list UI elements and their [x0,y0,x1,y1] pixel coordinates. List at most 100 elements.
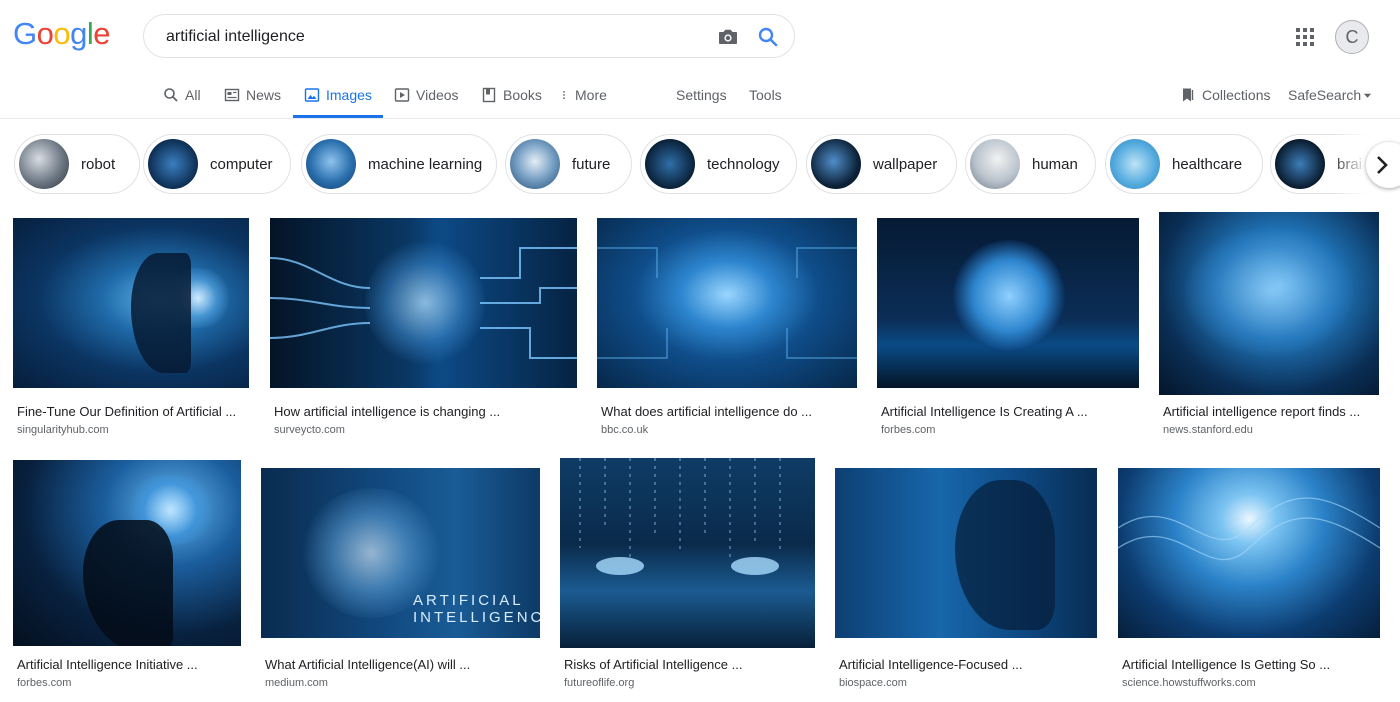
camera-icon[interactable] [716,25,740,49]
chevron-right-icon [1377,156,1388,174]
result-source: surveycto.com [274,424,345,436]
result-card[interactable]: Artificial intelligence report finds ...… [1159,212,1379,440]
chip-thumbnail [645,139,695,189]
tab-label: Videos [416,87,459,103]
tab-videos[interactable]: Videos [394,72,459,118]
chip-machine-learning[interactable]: machine learning [301,134,497,194]
tab-more[interactable]: More [559,72,607,118]
tab-images[interactable]: Images [293,72,383,118]
result-card[interactable]: Artificial Intelligence Is Creating A ..… [877,218,1139,440]
chip-thumbnail [148,139,198,189]
kebab-icon [563,91,565,99]
chip-label: future [572,155,611,173]
circuit-lines [270,247,577,359]
collections-label: Collections [1202,87,1271,103]
chip-wallpaper[interactable]: wallpaper [806,134,957,194]
chip-label: healthcare [1172,155,1243,173]
chip-thumbnail [1110,139,1160,189]
result-image[interactable] [1118,468,1380,638]
tab-label: News [246,87,282,103]
result-title: What Artificial Intelligence(AI) will ..… [265,657,471,672]
result-image[interactable] [560,458,815,648]
chip-thumbnail [1275,139,1325,189]
chip-label: wallpaper [873,155,938,173]
tab-label: More [575,87,607,103]
chip-label: machine learning [368,155,483,173]
result-source: bbc.co.uk [601,424,649,436]
result-image[interactable] [1159,212,1379,395]
result-image[interactable] [597,218,857,388]
play-icon [394,88,410,102]
tab-label: Books [503,87,542,103]
result-image[interactable]: ARTIFICIAL INTELLIGENCE [261,468,540,638]
result-image[interactable] [13,218,249,388]
result-image[interactable] [877,218,1139,388]
result-title: Risks of Artificial Intelligence ... [564,657,743,672]
chip-technology[interactable]: technology [640,134,797,194]
chip-label: human [1032,155,1078,173]
settings-link[interactable]: Settings [676,87,727,103]
news-icon [224,88,240,102]
chip-healthcare[interactable]: healthcare [1105,134,1263,194]
safesearch-dropdown[interactable]: SafeSearch [1288,72,1372,118]
result-card[interactable]: Artificial Intelligence Is Getting So ..… [1118,468,1380,695]
chip-future[interactable]: future [505,134,632,194]
chip-label: robot [81,155,116,173]
chip-robot[interactable]: robot [14,134,140,194]
result-title: Artificial Intelligence Is Creating A ..… [881,404,1088,419]
search-box [143,14,795,58]
search-tabs: All News Images Videos Books More Settin… [0,72,1400,119]
result-source: futureoflife.org [564,677,635,689]
result-title: What does artificial intelligence do ... [601,404,812,419]
chip-human[interactable]: human [965,134,1096,194]
result-image[interactable] [270,218,577,388]
tab-news[interactable]: News [224,72,281,118]
tools-link[interactable]: Tools [749,87,782,103]
result-source: singularityhub.com [17,424,109,436]
result-title: Artificial Intelligence Initiative ... [17,657,198,672]
result-card[interactable]: What does artificial intelligence do ...… [597,218,857,440]
result-image[interactable] [835,468,1097,638]
result-card[interactable]: Fine-Tune Our Definition of Artificial .… [13,218,249,440]
account-avatar[interactable]: C [1335,20,1369,54]
tab-books[interactable]: Books [481,72,542,118]
chip-label: computer [210,155,273,173]
result-title: Artificial Intelligence-Focused ... [839,657,1023,672]
chip-thumbnail [811,139,861,189]
search-input[interactable] [164,25,698,49]
wave-lines [1118,497,1380,561]
result-title: Artificial Intelligence Is Getting So ..… [1122,657,1331,672]
tab-label: Images [326,87,372,103]
result-card[interactable]: Artificial Intelligence-Focused ... bios… [835,468,1097,695]
chip-label: technology [707,155,780,173]
caret-down-icon [1364,93,1372,98]
related-chips: robot computer machine learning future t… [0,134,1400,196]
chip-thumbnail [510,139,560,189]
image-icon [304,88,320,102]
search-icon [164,88,178,102]
result-card[interactable]: Artificial Intelligence Initiative ... f… [13,460,241,695]
safesearch-label: SafeSearch [1288,87,1362,103]
result-source: science.howstuffworks.com [1122,677,1256,689]
result-card[interactable]: Risks of Artificial Intelligence ... fut… [560,458,815,695]
google-logo[interactable]: Google [13,14,111,54]
chip-computer[interactable]: computer [143,134,291,194]
magnifier-icon[interactable] [756,25,780,49]
result-source: news.stanford.edu [1163,424,1253,436]
tab-all[interactable]: All [163,72,201,118]
result-title: Artificial intelligence report finds ... [1163,404,1361,419]
result-title: How artificial intelligence is changing … [274,404,501,419]
circuit-lines [597,247,857,359]
image-caption-line2: INTELLIGENCE [413,609,540,626]
apps-grid-icon[interactable] [1296,28,1314,46]
matrix-lines [579,458,781,575]
result-source: biospace.com [839,677,907,689]
result-card[interactable]: How artificial intelligence is changing … [270,218,577,440]
chip-thumbnail [306,139,356,189]
image-caption-line1: ARTIFICIAL [413,592,524,609]
result-image[interactable] [13,460,241,646]
result-card[interactable]: ARTIFICIAL INTELLIGENCE What Artificial … [261,468,540,695]
tab-label: All [185,87,201,103]
result-source: forbes.com [881,424,936,436]
collections-link[interactable]: Collections [1180,72,1270,118]
